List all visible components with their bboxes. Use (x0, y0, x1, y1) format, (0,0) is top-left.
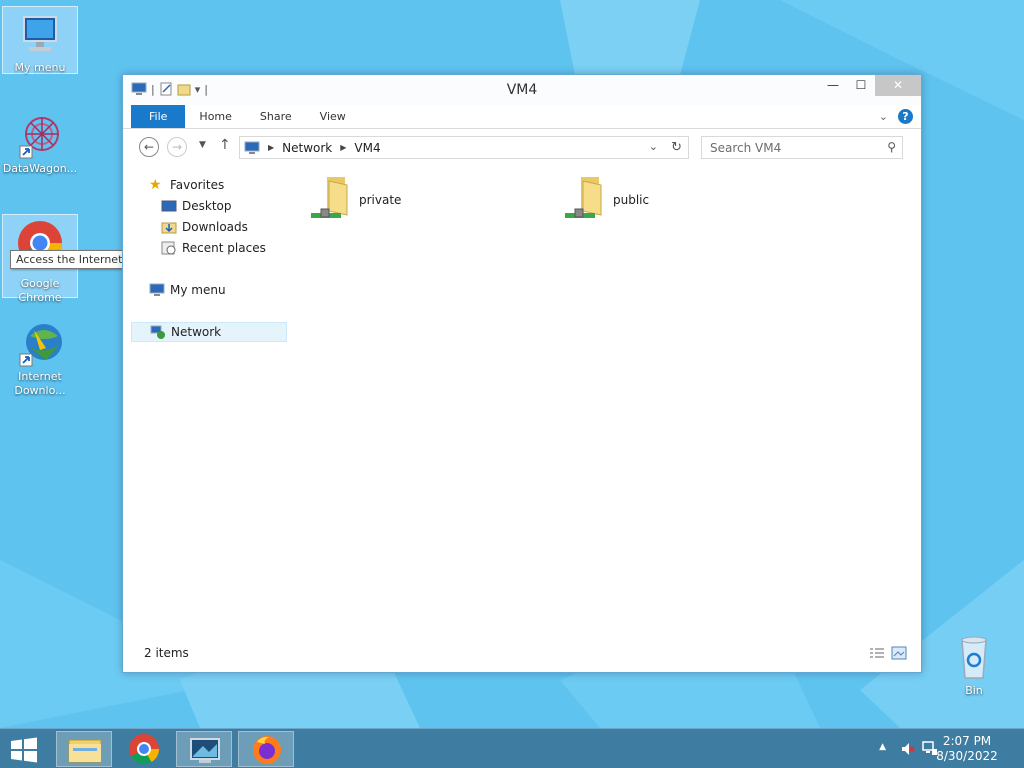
taskbar: ▲ 2:07 PM 8/30/2022 (0, 728, 1024, 768)
desktop-icon-my-menu[interactable]: My menu (2, 6, 78, 74)
desktop-icon-label: DataWagon... (2, 162, 78, 175)
network-icon (244, 141, 260, 154)
file-list: private public (293, 171, 913, 641)
downloads-icon (161, 222, 177, 234)
explorer-window: | ▾ | VM4 — ☐ ✕ File Home Share View ⌄ ?… (122, 74, 922, 673)
datawagon-icon (16, 112, 64, 160)
tooltip: Access the Internet (10, 250, 129, 269)
clock-date: 8/30/2022 (936, 749, 998, 763)
desktop-icon-internet-download[interactable]: Internet Downlo... (2, 316, 78, 398)
expand-ribbon-icon[interactable]: ⌄ (879, 110, 888, 123)
taskbar-file-explorer[interactable] (56, 731, 112, 767)
close-button[interactable]: ✕ (875, 75, 921, 96)
remote-desktop-icon (190, 738, 220, 763)
breadcrumb-network[interactable]: Network (282, 141, 332, 155)
tab-share[interactable]: Share (246, 105, 306, 128)
volume-muted-icon[interactable] (900, 741, 916, 757)
idm-icon (16, 320, 64, 368)
nav-desktop[interactable]: Desktop (161, 196, 232, 216)
network-folder-icon (565, 177, 602, 218)
windows-logo-icon (11, 737, 37, 763)
folder-item[interactable]: private (307, 175, 401, 225)
desktop-icon-label: My menu (14, 61, 66, 74)
computer-icon (16, 11, 64, 59)
nav-favorites[interactable]: ★ Favorites (149, 175, 224, 195)
window-title: VM4 (506, 82, 538, 98)
nav-label: My menu (170, 283, 226, 297)
help-icon[interactable]: ? (898, 109, 913, 124)
navigation-bar: ← → ▼ ↑ ▶ Network ▶ VM4 ⌄ ↻ Search VM4 ⚲ (123, 129, 921, 165)
network-folder-icon (311, 177, 348, 218)
folder-name: public (613, 193, 650, 207)
title-bar: | ▾ | VM4 — ☐ ✕ (123, 75, 921, 105)
forward-button[interactable]: → (167, 137, 187, 157)
item-count: 2 items (144, 646, 189, 660)
breadcrumb-vm4[interactable]: VM4 (354, 141, 380, 155)
ribbon: File Home Share View ⌄ ? (123, 105, 921, 129)
up-icon[interactable]: ↑ (219, 137, 231, 153)
address-bar[interactable]: ▶ Network ▶ VM4 ⌄ ↻ (239, 136, 689, 159)
folder-item[interactable]: public (561, 175, 649, 225)
search-placeholder: Search VM4 (710, 141, 782, 155)
recycle-bin-icon (950, 634, 998, 682)
minimize-button[interactable]: — (819, 75, 847, 96)
nav-label: Favorites (170, 178, 225, 192)
clock[interactable]: 2:07 PM 8/30/2022 (932, 734, 1002, 764)
recent-places-icon (161, 241, 176, 255)
desktop-icon-datawagon[interactable]: DataWagon... (2, 108, 78, 176)
taskbar-chrome[interactable] (116, 731, 172, 767)
nav-label: Recent places (182, 241, 266, 255)
nav-downloads[interactable]: Downloads (161, 217, 248, 237)
recent-locations-icon[interactable]: ▼ (199, 140, 206, 150)
breadcrumb-arrow-icon[interactable]: ▶ (268, 143, 274, 152)
folder-name: private (359, 193, 402, 207)
computer-icon (149, 283, 165, 296)
nav-label: Desktop (182, 199, 232, 213)
nav-recent-places[interactable]: Recent places (161, 238, 266, 258)
navigation-pane: ★ Favorites Desktop Downloads Recent pla… (131, 171, 288, 641)
search-input[interactable]: Search VM4 ⚲ (701, 136, 903, 159)
nav-network[interactable]: Network (131, 322, 287, 342)
tab-view[interactable]: View (306, 105, 360, 128)
start-button[interactable] (10, 737, 40, 763)
star-icon: ★ (149, 177, 162, 193)
tab-home[interactable]: Home (185, 105, 245, 128)
nav-my-menu[interactable]: My menu (149, 280, 226, 300)
desktop-icon-recycle-bin[interactable]: Bin (936, 630, 1012, 698)
desktop-icon (161, 200, 177, 212)
network-icon (150, 325, 165, 339)
desktop-icon-label: Bin (965, 684, 983, 697)
nav-label: Network (171, 325, 222, 339)
maximize-button[interactable]: ☐ (847, 75, 875, 96)
details-view-icon[interactable] (869, 646, 885, 660)
chevron-down-icon[interactable]: ⌄ (649, 140, 658, 153)
nav-label: Downloads (182, 220, 248, 234)
desktop-icon-label: Google Chrome (18, 277, 62, 304)
back-button[interactable]: ← (139, 137, 159, 157)
show-hidden-icons-icon[interactable]: ▲ (879, 742, 886, 752)
desktop-icon-label: Internet Downlo... (14, 370, 66, 397)
status-bar: 2 items (123, 636, 921, 672)
search-icon[interactable]: ⚲ (887, 140, 896, 154)
folder-icon (68, 739, 102, 763)
large-icons-view-icon[interactable] (891, 646, 907, 660)
refresh-icon[interactable]: ↻ (671, 140, 682, 155)
chrome-icon (129, 734, 159, 765)
clock-time: 2:07 PM (942, 734, 992, 748)
firefox-icon (253, 736, 281, 764)
taskbar-remote-desktop[interactable] (176, 731, 232, 767)
tab-file[interactable]: File (131, 105, 186, 128)
taskbar-firefox[interactable] (238, 731, 294, 767)
breadcrumb-arrow-icon[interactable]: ▶ (340, 143, 346, 152)
